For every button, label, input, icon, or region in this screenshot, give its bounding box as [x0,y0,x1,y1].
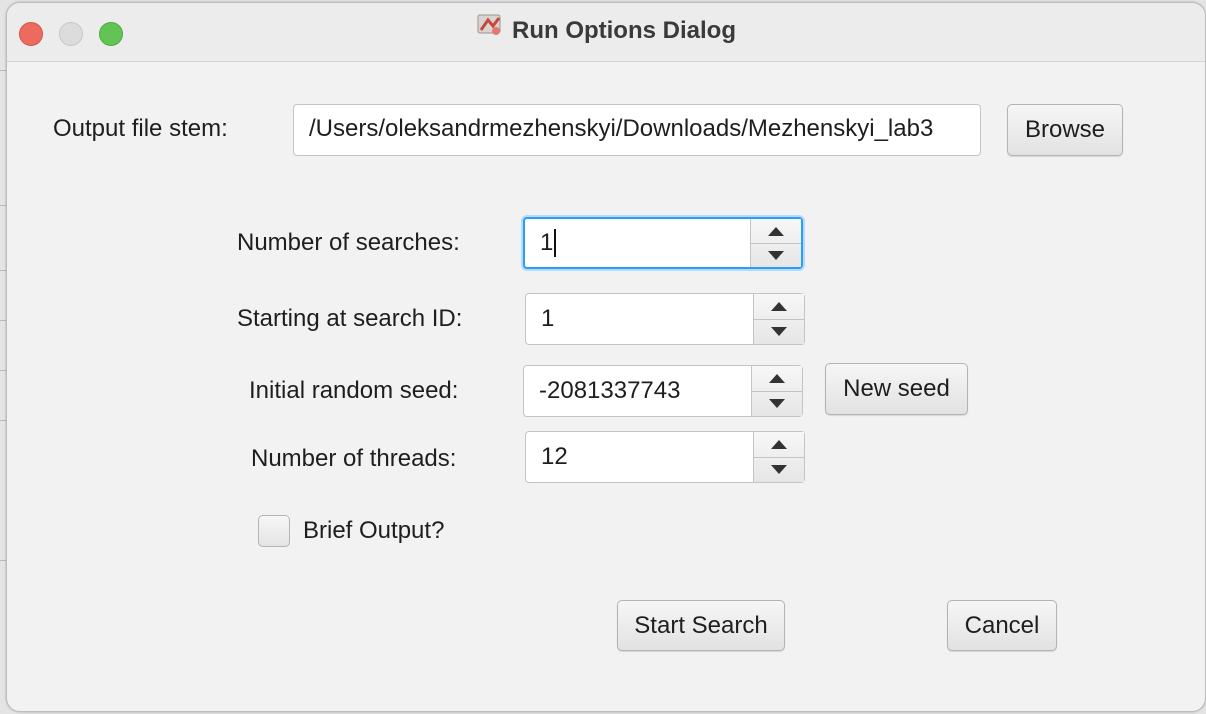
start-search-button[interactable]: Start Search [617,600,785,651]
start-id-input[interactable]: 1 [541,294,554,344]
threads-spinner[interactable]: 12 [525,431,805,483]
arrow-up-icon [769,374,785,383]
decrement-button[interactable] [752,391,802,416]
increment-button[interactable] [754,294,804,320]
window-title-area: Run Options Dialog [7,14,1205,45]
text-caret [554,229,557,257]
brief-output-checkbox[interactable] [258,515,290,547]
decrement-button[interactable] [751,243,801,267]
new-seed-button[interactable]: New seed [825,363,968,415]
start-id-spinner[interactable]: 1 [525,293,805,345]
threads-input[interactable]: 12 [541,432,568,482]
seed-input[interactable]: -2081337743 [539,366,680,416]
output-file-input[interactable]: /Users/oleksandrmezhenskyi/Downloads/Mez… [293,104,981,156]
arrow-down-icon [771,465,787,474]
increment-button[interactable] [752,366,802,392]
arrow-up-icon [771,302,787,311]
title-bar[interactable]: Run Options Dialog [7,3,1205,62]
app-icon [476,12,504,45]
arrow-down-icon [771,327,787,336]
browse-button[interactable]: Browse [1007,104,1123,156]
arrow-down-icon [769,399,785,408]
increment-button[interactable] [754,432,804,458]
spinner-arrows [750,219,801,267]
num-searches-value: 1 [540,229,554,256]
spinner-arrows [751,366,802,416]
arrow-up-icon [771,440,787,449]
num-searches-input[interactable]: 1 [540,219,557,267]
window-title: Run Options Dialog [512,17,736,44]
num-searches-label: Number of searches: [237,229,460,256]
spinner-arrows [753,294,804,344]
brief-output-label[interactable]: Brief Output? [303,517,444,545]
cancel-button[interactable]: Cancel [947,600,1057,651]
arrow-down-icon [768,250,784,260]
num-searches-spinner[interactable]: 1 [523,217,803,269]
spinner-arrows [753,432,804,482]
decrement-button[interactable] [754,457,804,482]
decrement-button[interactable] [754,319,804,344]
run-options-dialog: Run Options Dialog Output file stem: /Us… [6,2,1206,712]
seed-spinner[interactable]: -2081337743 [523,365,803,417]
start-id-label: Starting at search ID: [237,305,463,332]
increment-button[interactable] [751,219,801,244]
arrow-up-icon [768,226,784,236]
threads-label: Number of threads: [251,445,457,472]
seed-label: Initial random seed: [249,377,459,404]
output-file-label: Output file stem: [53,115,228,142]
